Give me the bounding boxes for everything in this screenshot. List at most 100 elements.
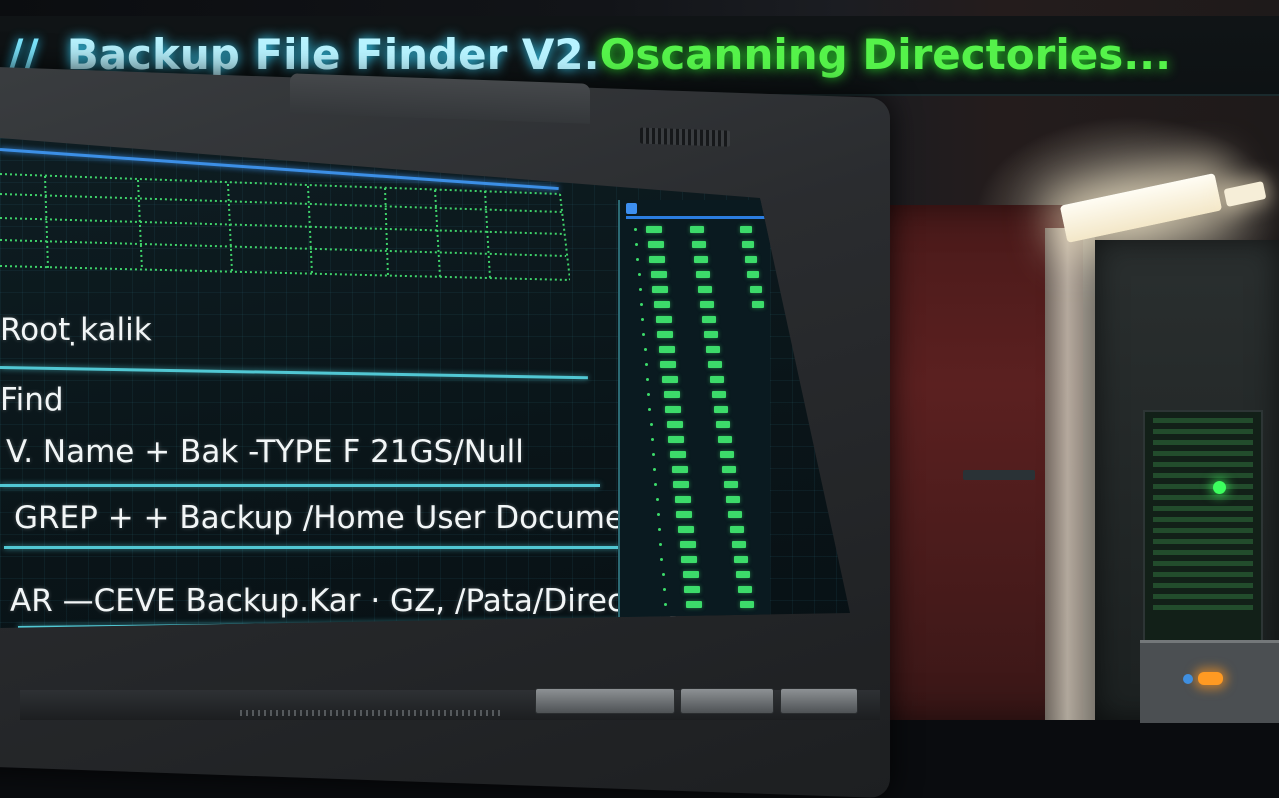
activity-bar [684, 586, 701, 593]
cabinet-slot [963, 470, 1035, 480]
activity-bar [660, 361, 677, 368]
activity-dot [653, 468, 657, 471]
activity-dot [654, 483, 658, 486]
activity-bar [679, 541, 696, 548]
activity-bar [652, 286, 669, 293]
activity-bar [718, 436, 732, 443]
monitor-vent [640, 127, 730, 147]
activity-dot [635, 243, 639, 246]
activity-bar [722, 466, 736, 473]
dotted-grid-table [0, 173, 570, 281]
activity-bar [682, 571, 699, 578]
activity-bar [666, 421, 683, 428]
activity-bar [736, 571, 750, 578]
activity-bar [704, 331, 718, 338]
activity-bar [752, 301, 764, 308]
rack-screen [1143, 410, 1263, 654]
activity-dot [638, 288, 642, 291]
activity-dot [659, 543, 663, 546]
hardware-button-1[interactable] [535, 688, 675, 714]
server-rack [1095, 240, 1279, 723]
activity-dot [646, 378, 649, 381]
activity-bar [646, 226, 662, 233]
terminal-line-prompt: Root ̣kalik [0, 312, 152, 348]
activity-dot [650, 438, 654, 441]
terminal-line-find: Find [0, 382, 64, 418]
activity-bar [708, 361, 722, 368]
activity-bar [647, 241, 664, 248]
activity-bar [692, 241, 706, 248]
activity-bar [658, 346, 675, 353]
activity-dot [643, 348, 647, 351]
activity-dot [660, 558, 664, 561]
activity-dot [662, 588, 666, 591]
activity-bar [696, 271, 710, 278]
activity-dot [647, 393, 651, 396]
hardware-button-2[interactable] [680, 688, 774, 714]
divider-3 [4, 546, 622, 549]
activity-bar [740, 601, 754, 608]
activity-bar [712, 391, 726, 398]
status-led-blue [1183, 674, 1193, 684]
activity-dot [636, 258, 640, 261]
activity-side-panel [618, 200, 772, 620]
app-icon [626, 203, 637, 214]
terminal-screen: Root ̣kalik Find V. Name + Bak -TYPE F 2… [0, 138, 850, 628]
side-panel-header [626, 202, 772, 219]
activity-dot [648, 408, 652, 411]
activity-dot [649, 423, 653, 426]
activity-bar [657, 331, 674, 338]
activity-bar [665, 406, 682, 413]
banner-text: //Backup File Finder V2.Oscanning Direct… [8, 30, 1171, 79]
activity-bar [694, 256, 708, 263]
activity-bar [710, 376, 724, 383]
activity-dot [652, 453, 655, 456]
activity-bar [749, 286, 762, 293]
activity-bar [668, 436, 685, 443]
lit-pillar [1045, 228, 1095, 720]
terminal-line-tar: AR —CEVE Backup.Kar · GZ, /Pata/Director… [10, 583, 687, 619]
activity-dot [641, 318, 645, 321]
activity-dot [644, 363, 648, 366]
activity-dot [634, 228, 637, 231]
activity-bar [674, 496, 691, 503]
activity-bar [706, 346, 720, 353]
banner-status: Oscanning Directories... [599, 30, 1172, 79]
activity-bar [726, 496, 740, 503]
status-led-orange [1198, 672, 1223, 685]
activity-dot [655, 498, 659, 501]
activity-bar [671, 466, 688, 473]
terminal-line-find-args: V. Name + Bak -TYPE F 21GS/Null [6, 434, 524, 470]
activity-bar [732, 541, 746, 548]
activity-bar [738, 586, 752, 593]
activity-dot [640, 303, 643, 306]
activity-bar [724, 481, 738, 488]
activity-bar [742, 241, 755, 248]
activity-bar [686, 601, 702, 608]
hardware-button-3[interactable] [780, 688, 858, 714]
activity-bar [649, 256, 666, 263]
activity-bar [720, 451, 734, 458]
activity-bar [734, 556, 748, 563]
activity-bar [654, 301, 670, 308]
speaker-grille [240, 710, 500, 716]
activity-bar [663, 391, 680, 398]
activity-bar [681, 556, 698, 563]
activity-dot [656, 513, 660, 516]
activity-dot [642, 333, 646, 336]
activity-bar [700, 301, 714, 308]
activity-bar [744, 256, 757, 263]
activity-bar [662, 376, 678, 383]
terminal-line-grep: GREP + + Backup /Home User Documents [14, 500, 672, 536]
activity-bar [690, 226, 704, 233]
activity-bar [698, 286, 712, 293]
activity-bar [740, 226, 752, 233]
activity-dot [637, 273, 641, 276]
activity-bar [673, 481, 690, 488]
activity-dot [658, 528, 661, 531]
activity-bar [714, 406, 728, 413]
activity-dot [661, 573, 665, 576]
divider-2 [0, 484, 600, 487]
activity-dot [664, 603, 667, 606]
status-led-green [1213, 481, 1226, 494]
